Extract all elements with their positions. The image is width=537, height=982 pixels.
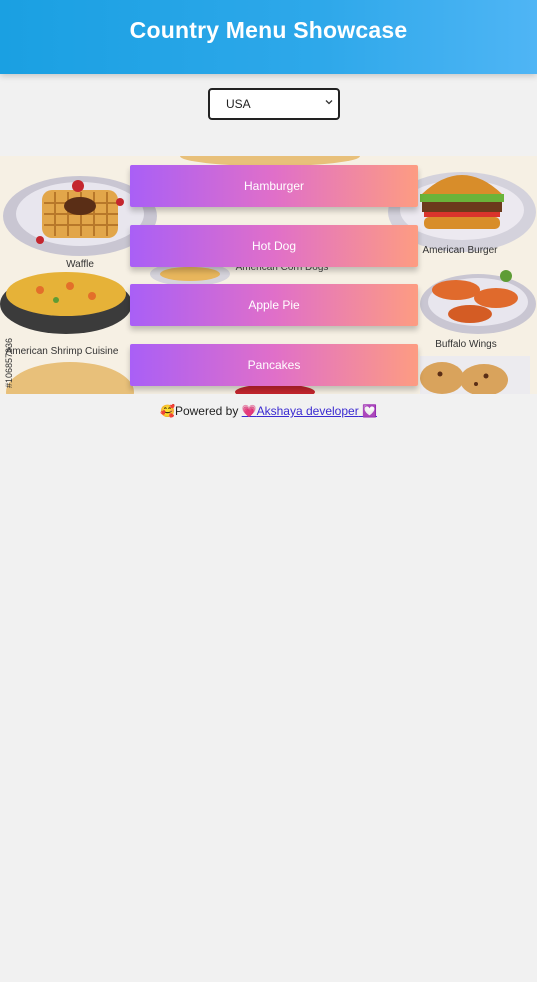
heart-icon: 💗: [241, 404, 257, 418]
banner-stock-id: #106857336: [4, 338, 14, 388]
country-select-wrapper: USA: [208, 88, 340, 120]
banner-label-burger: American Burger: [422, 245, 498, 256]
menu-item-pancakes-button[interactable]: Pancakes: [130, 344, 418, 386]
menu-item-apple-pie-button[interactable]: Apple Pie: [130, 284, 418, 326]
country-select[interactable]: USA: [208, 88, 340, 120]
powered-by-text: Powered by: [174, 404, 239, 418]
smiling-hearts-icon: 🥰: [160, 404, 175, 418]
menu-item-hamburger-button[interactable]: Hamburger: [130, 165, 418, 207]
developer-link-text: Akshaya developer: [256, 404, 359, 418]
heart-decoration-icon: 💟: [362, 404, 377, 418]
footer: 🥰Powered by 💗Akshaya developer 💟: [0, 404, 537, 418]
food-banner-image: Waffle American Shrimp Cuisine #10685733…: [0, 156, 537, 394]
page-title: Country Menu Showcase: [129, 16, 408, 43]
banner-label-shrimp: American Shrimp Cuisine: [6, 346, 119, 357]
developer-link[interactable]: 💗Akshaya developer 💟: [242, 404, 377, 418]
menu-item-hot-dog-button[interactable]: Hot Dog: [130, 225, 418, 267]
banner-label-waffle: Waffle: [66, 259, 94, 270]
banner-label-wings: Buffalo Wings: [435, 339, 497, 350]
app-header: Country Menu Showcase: [0, 0, 537, 74]
